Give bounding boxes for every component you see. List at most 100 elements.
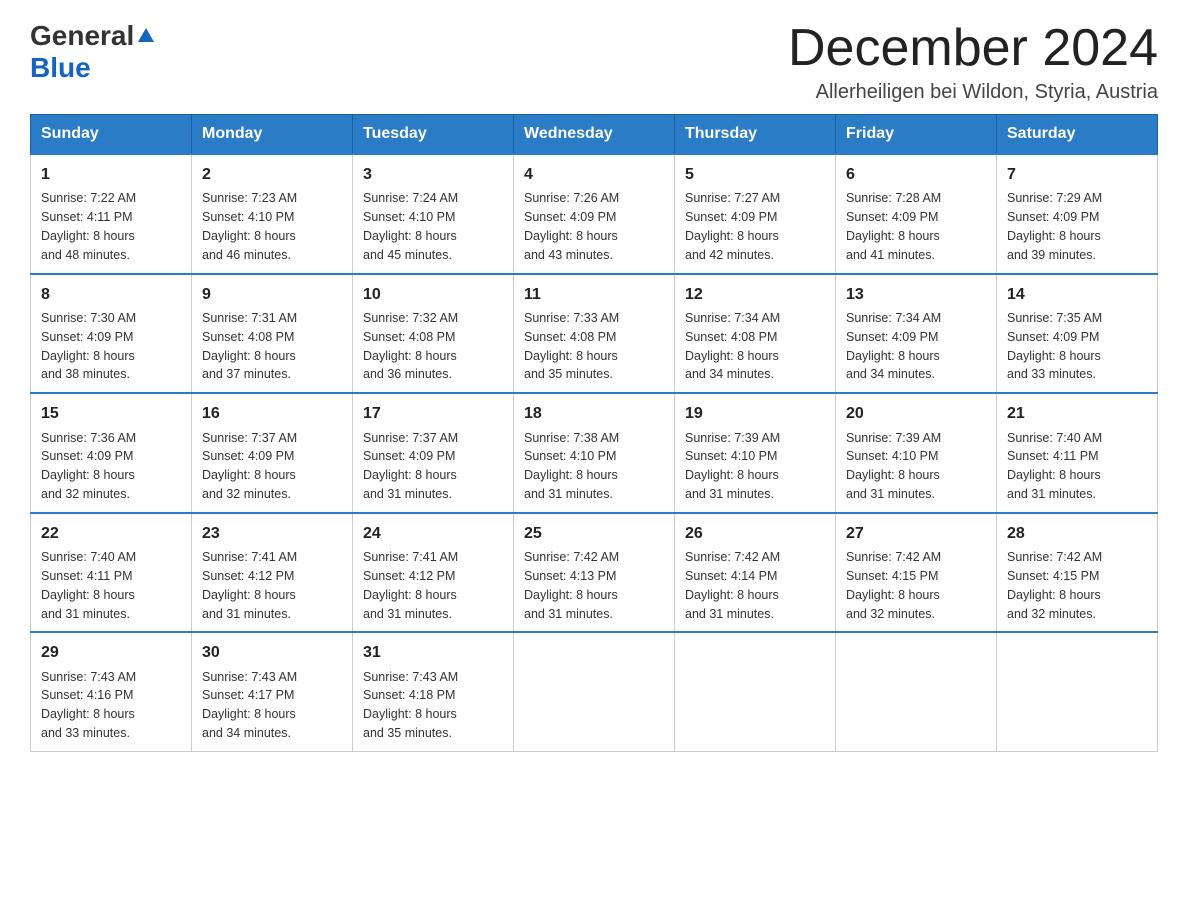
day-number: 9 [202, 283, 342, 306]
logo: General Blue [30, 20, 156, 84]
week-row-1: 1 Sunrise: 7:22 AMSunset: 4:11 PMDayligh… [31, 154, 1158, 274]
day-number: 26 [685, 522, 825, 545]
day-number: 4 [524, 163, 664, 186]
day-number: 5 [685, 163, 825, 186]
day-info: Sunrise: 7:34 AMSunset: 4:09 PMDaylight:… [846, 311, 941, 382]
day-info: Sunrise: 7:36 AMSunset: 4:09 PMDaylight:… [41, 431, 136, 502]
week-row-5: 29 Sunrise: 7:43 AMSunset: 4:16 PMDaylig… [31, 632, 1158, 751]
location: Allerheiligen bei Wildon, Styria, Austri… [788, 81, 1158, 104]
month-title: December 2024 [788, 20, 1158, 77]
page-header: General Blue December 2024 Allerheiligen… [30, 20, 1158, 104]
logo-general: General [30, 20, 134, 52]
table-row: 11 Sunrise: 7:33 AMSunset: 4:08 PMDaylig… [514, 274, 675, 394]
table-row: 2 Sunrise: 7:23 AMSunset: 4:10 PMDayligh… [192, 154, 353, 274]
day-info: Sunrise: 7:37 AMSunset: 4:09 PMDaylight:… [202, 431, 297, 502]
day-number: 3 [363, 163, 503, 186]
table-row [675, 632, 836, 751]
day-number: 24 [363, 522, 503, 545]
day-number: 23 [202, 522, 342, 545]
day-info: Sunrise: 7:28 AMSunset: 4:09 PMDaylight:… [846, 191, 941, 262]
day-number: 10 [363, 283, 503, 306]
table-row: 23 Sunrise: 7:41 AMSunset: 4:12 PMDaylig… [192, 513, 353, 633]
day-info: Sunrise: 7:26 AMSunset: 4:09 PMDaylight:… [524, 191, 619, 262]
day-info: Sunrise: 7:42 AMSunset: 4:15 PMDaylight:… [846, 550, 941, 621]
day-info: Sunrise: 7:43 AMSunset: 4:17 PMDaylight:… [202, 670, 297, 741]
day-info: Sunrise: 7:42 AMSunset: 4:13 PMDaylight:… [524, 550, 619, 621]
day-info: Sunrise: 7:43 AMSunset: 4:18 PMDaylight:… [363, 670, 458, 741]
day-info: Sunrise: 7:40 AMSunset: 4:11 PMDaylight:… [41, 550, 136, 621]
table-row [836, 632, 997, 751]
calendar-table: Sunday Monday Tuesday Wednesday Thursday… [30, 114, 1158, 752]
day-info: Sunrise: 7:39 AMSunset: 4:10 PMDaylight:… [685, 431, 780, 502]
header-row: Sunday Monday Tuesday Wednesday Thursday… [31, 115, 1158, 155]
table-row: 15 Sunrise: 7:36 AMSunset: 4:09 PMDaylig… [31, 393, 192, 513]
table-row [514, 632, 675, 751]
table-row: 20 Sunrise: 7:39 AMSunset: 4:10 PMDaylig… [836, 393, 997, 513]
day-number: 20 [846, 402, 986, 425]
day-number: 7 [1007, 163, 1147, 186]
day-info: Sunrise: 7:43 AMSunset: 4:16 PMDaylight:… [41, 670, 136, 741]
table-row: 29 Sunrise: 7:43 AMSunset: 4:16 PMDaylig… [31, 632, 192, 751]
day-number: 31 [363, 641, 503, 664]
day-info: Sunrise: 7:42 AMSunset: 4:15 PMDaylight:… [1007, 550, 1102, 621]
day-info: Sunrise: 7:38 AMSunset: 4:10 PMDaylight:… [524, 431, 619, 502]
table-row: 13 Sunrise: 7:34 AMSunset: 4:09 PMDaylig… [836, 274, 997, 394]
table-row: 24 Sunrise: 7:41 AMSunset: 4:12 PMDaylig… [353, 513, 514, 633]
day-number: 2 [202, 163, 342, 186]
table-row: 19 Sunrise: 7:39 AMSunset: 4:10 PMDaylig… [675, 393, 836, 513]
day-number: 18 [524, 402, 664, 425]
day-number: 11 [524, 283, 664, 306]
day-number: 8 [41, 283, 181, 306]
day-number: 16 [202, 402, 342, 425]
logo-blue: Blue [30, 52, 91, 84]
table-row: 14 Sunrise: 7:35 AMSunset: 4:09 PMDaylig… [997, 274, 1158, 394]
table-row: 21 Sunrise: 7:40 AMSunset: 4:11 PMDaylig… [997, 393, 1158, 513]
table-row: 27 Sunrise: 7:42 AMSunset: 4:15 PMDaylig… [836, 513, 997, 633]
day-info: Sunrise: 7:29 AMSunset: 4:09 PMDaylight:… [1007, 191, 1102, 262]
table-row: 16 Sunrise: 7:37 AMSunset: 4:09 PMDaylig… [192, 393, 353, 513]
day-number: 13 [846, 283, 986, 306]
day-number: 6 [846, 163, 986, 186]
day-info: Sunrise: 7:30 AMSunset: 4:09 PMDaylight:… [41, 311, 136, 382]
col-tuesday: Tuesday [353, 115, 514, 155]
table-row: 26 Sunrise: 7:42 AMSunset: 4:14 PMDaylig… [675, 513, 836, 633]
day-info: Sunrise: 7:37 AMSunset: 4:09 PMDaylight:… [363, 431, 458, 502]
day-info: Sunrise: 7:41 AMSunset: 4:12 PMDaylight:… [202, 550, 297, 621]
table-row: 4 Sunrise: 7:26 AMSunset: 4:09 PMDayligh… [514, 154, 675, 274]
week-row-2: 8 Sunrise: 7:30 AMSunset: 4:09 PMDayligh… [31, 274, 1158, 394]
title-section: December 2024 Allerheiligen bei Wildon, … [788, 20, 1158, 104]
day-info: Sunrise: 7:32 AMSunset: 4:08 PMDaylight:… [363, 311, 458, 382]
day-number: 19 [685, 402, 825, 425]
table-row: 25 Sunrise: 7:42 AMSunset: 4:13 PMDaylig… [514, 513, 675, 633]
day-number: 25 [524, 522, 664, 545]
day-info: Sunrise: 7:24 AMSunset: 4:10 PMDaylight:… [363, 191, 458, 262]
table-row: 22 Sunrise: 7:40 AMSunset: 4:11 PMDaylig… [31, 513, 192, 633]
day-info: Sunrise: 7:40 AMSunset: 4:11 PMDaylight:… [1007, 431, 1102, 502]
day-number: 29 [41, 641, 181, 664]
week-row-4: 22 Sunrise: 7:40 AMSunset: 4:11 PMDaylig… [31, 513, 1158, 633]
table-row: 30 Sunrise: 7:43 AMSunset: 4:17 PMDaylig… [192, 632, 353, 751]
table-row: 12 Sunrise: 7:34 AMSunset: 4:08 PMDaylig… [675, 274, 836, 394]
table-row: 9 Sunrise: 7:31 AMSunset: 4:08 PMDayligh… [192, 274, 353, 394]
table-row: 18 Sunrise: 7:38 AMSunset: 4:10 PMDaylig… [514, 393, 675, 513]
table-row: 8 Sunrise: 7:30 AMSunset: 4:09 PMDayligh… [31, 274, 192, 394]
col-thursday: Thursday [675, 115, 836, 155]
day-number: 1 [41, 163, 181, 186]
day-number: 22 [41, 522, 181, 545]
day-info: Sunrise: 7:22 AMSunset: 4:11 PMDaylight:… [41, 191, 136, 262]
col-sunday: Sunday [31, 115, 192, 155]
day-info: Sunrise: 7:35 AMSunset: 4:09 PMDaylight:… [1007, 311, 1102, 382]
table-row: 3 Sunrise: 7:24 AMSunset: 4:10 PMDayligh… [353, 154, 514, 274]
day-info: Sunrise: 7:42 AMSunset: 4:14 PMDaylight:… [685, 550, 780, 621]
day-info: Sunrise: 7:41 AMSunset: 4:12 PMDaylight:… [363, 550, 458, 621]
day-number: 12 [685, 283, 825, 306]
logo-triangle-icon [136, 26, 156, 46]
week-row-3: 15 Sunrise: 7:36 AMSunset: 4:09 PMDaylig… [31, 393, 1158, 513]
day-info: Sunrise: 7:31 AMSunset: 4:08 PMDaylight:… [202, 311, 297, 382]
day-number: 21 [1007, 402, 1147, 425]
table-row: 28 Sunrise: 7:42 AMSunset: 4:15 PMDaylig… [997, 513, 1158, 633]
day-number: 27 [846, 522, 986, 545]
col-saturday: Saturday [997, 115, 1158, 155]
table-row: 17 Sunrise: 7:37 AMSunset: 4:09 PMDaylig… [353, 393, 514, 513]
table-row: 31 Sunrise: 7:43 AMSunset: 4:18 PMDaylig… [353, 632, 514, 751]
